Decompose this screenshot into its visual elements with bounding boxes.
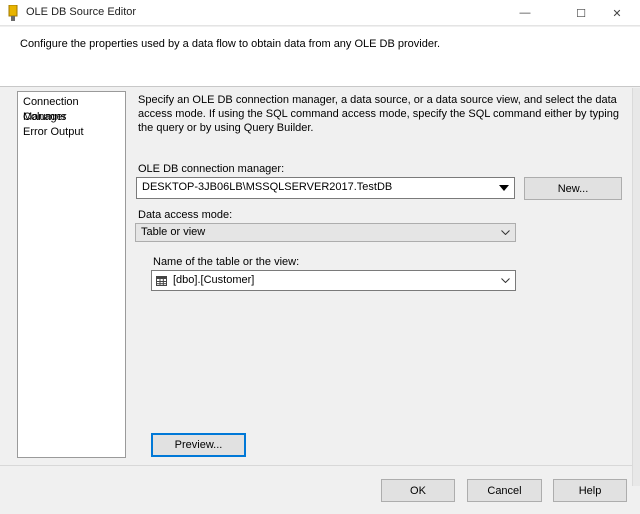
new-button-label: New... — [557, 182, 589, 195]
ok-button[interactable]: OK — [381, 479, 455, 502]
title-bar: OLE DB Source Editor — ☐ ✕ — [0, 0, 640, 26]
nav-item-error-output[interactable]: Error Output — [23, 125, 125, 140]
connection-manager-dropdown[interactable]: DESKTOP-3JB06LB\MSSQLSERVER2017.TestDB — [136, 177, 515, 199]
minimize-icon: — — [519, 7, 531, 19]
close-button[interactable]: ✕ — [594, 0, 640, 26]
chevron-down-icon[interactable] — [495, 271, 515, 290]
chevron-down-icon[interactable] — [495, 224, 515, 241]
new-connection-button[interactable]: New... — [524, 177, 622, 200]
table-name-label: Name of the table or the view: — [153, 256, 300, 268]
vertical-scrollbar[interactable] — [632, 88, 640, 486]
ssis-component-icon — [8, 5, 18, 21]
table-icon — [156, 276, 167, 286]
preview-button[interactable]: Preview... — [151, 433, 246, 457]
connection-manager-label: OLE DB connection manager: — [138, 163, 285, 175]
table-name-value: [dbo].[Customer] — [173, 274, 255, 286]
help-button[interactable]: Help — [553, 479, 627, 502]
nav-item-columns[interactable]: Columns — [23, 110, 125, 125]
dropdown-arrow-icon[interactable] — [494, 178, 514, 198]
nav-item-connection-manager[interactable]: Connection Manager — [23, 95, 125, 123]
data-access-mode-label: Data access mode: — [138, 209, 233, 221]
cancel-button[interactable]: Cancel — [467, 479, 542, 502]
cancel-button-label: Cancel — [487, 484, 522, 497]
data-access-mode-value: Table or view — [141, 226, 206, 238]
help-button-label: Help — [578, 484, 602, 497]
table-name-dropdown[interactable]: [dbo].[Customer] — [151, 270, 516, 291]
close-icon: ✕ — [612, 7, 622, 20]
main-description: Specify an OLE DB connection manager, a … — [138, 94, 619, 134]
window-title: OLE DB Source Editor — [26, 6, 137, 18]
maximize-icon: ☐ — [576, 7, 586, 20]
page-navigation-list: Connection Manager Columns Error Output — [17, 91, 126, 458]
header-description: Configure the properties used by a data … — [20, 38, 441, 50]
preview-button-label: Preview... — [174, 439, 223, 451]
header-panel: Configure the properties used by a data … — [0, 27, 640, 87]
connection-manager-value: DESKTOP-3JB06LB\MSSQLSERVER2017.TestDB — [142, 181, 393, 193]
data-access-mode-dropdown[interactable]: Table or view — [135, 223, 516, 242]
minimize-button[interactable]: — — [502, 0, 548, 26]
ok-button-label: OK — [410, 484, 426, 497]
footer-divider — [0, 465, 632, 466]
